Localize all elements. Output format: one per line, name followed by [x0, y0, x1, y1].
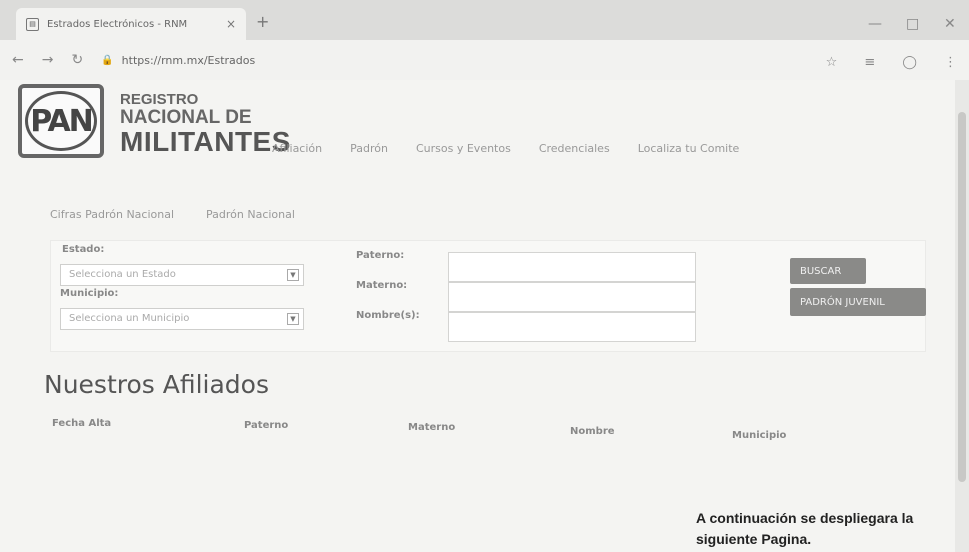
- tab-title: Estrados Electrónicos - RNM: [47, 18, 188, 30]
- profile-icon[interactable]: ◯: [902, 55, 917, 70]
- star-icon[interactable]: ☆: [826, 55, 838, 70]
- toolbar-icons: ☆ ≡ ◯ ⋮: [804, 51, 957, 70]
- materno-label: Materno:: [356, 280, 408, 291]
- nombre-input[interactable]: [448, 312, 696, 342]
- main-nav: Afiliación Padrón Cursos y Eventos Crede…: [272, 142, 739, 155]
- chevron-down-icon: ▼: [287, 313, 299, 325]
- close-icon[interactable]: ×: [226, 17, 236, 31]
- url-text: https://rnm.mx/Estrados: [121, 53, 256, 67]
- paterno-label: Paterno:: [356, 250, 405, 261]
- column-header-materno: Materno: [408, 422, 456, 433]
- column-header-municipio: Municipio: [732, 430, 787, 441]
- column-header-fecha-alta: Fecha Alta: [52, 418, 112, 429]
- url-field[interactable]: 🔒 https://rnm.mx/Estrados: [101, 54, 803, 67]
- subtabs: Cifras Padrón Nacional Padrón Nacional: [50, 208, 295, 221]
- nombre-label: Nombre(s):: [356, 310, 420, 321]
- estado-select-value: Selecciona un Estado: [69, 269, 176, 280]
- estado-select[interactable]: Selecciona un Estado ▼: [60, 264, 304, 286]
- back-icon[interactable]: ←: [12, 52, 24, 68]
- nav-padron[interactable]: Padrón: [350, 142, 388, 155]
- column-header-paterno: Paterno: [244, 420, 289, 431]
- afiliados-title: Nuestros Afiliados: [44, 370, 269, 399]
- municipio-select-value: Selecciona un Municipio: [69, 313, 190, 324]
- forward-icon[interactable]: →: [42, 52, 54, 68]
- page-icon: ▤: [26, 17, 39, 31]
- tab-cifras-padron[interactable]: Cifras Padrón Nacional: [50, 208, 174, 221]
- lock-icon: 🔒: [101, 54, 114, 66]
- chevron-down-icon: ▼: [287, 269, 299, 281]
- logo-text: PAN: [25, 91, 97, 151]
- reload-icon[interactable]: ↻: [71, 52, 83, 68]
- new-tab-button[interactable]: +: [256, 12, 269, 31]
- site-title: REGISTRO NACIONAL DE MILITANTES: [120, 92, 291, 156]
- estado-label: Estado:: [62, 244, 105, 255]
- buscar-button[interactable]: BUSCAR: [790, 258, 866, 284]
- nav-cursos-eventos[interactable]: Cursos y Eventos: [416, 142, 511, 155]
- address-bar: ← → ↻ 🔒 https://rnm.mx/Estrados ☆ ≡ ◯ ⋮: [0, 40, 969, 80]
- paterno-input[interactable]: [448, 252, 696, 282]
- browser-tab[interactable]: ▤ Estrados Electrónicos - RNM ×: [16, 8, 246, 40]
- tab-padron-nacional[interactable]: Padrón Nacional: [206, 208, 295, 221]
- close-window-icon[interactable]: ✕: [944, 16, 956, 32]
- site-title-line3: MILITANTES: [120, 126, 291, 157]
- menu-icon[interactable]: ⋮: [944, 55, 957, 70]
- materno-input[interactable]: [448, 282, 696, 312]
- browser-tab-bar: ▤ Estrados Electrónicos - RNM × + — □ ✕: [0, 0, 969, 40]
- nav-localiza-comite[interactable]: Localiza tu Comite: [638, 142, 740, 155]
- municipio-select[interactable]: Selecciona un Municipio ▼: [60, 308, 304, 330]
- nav-afiliacion[interactable]: Afiliación: [272, 142, 322, 155]
- pan-logo[interactable]: PAN: [18, 84, 104, 158]
- site-title-line1: REGISTRO: [120, 91, 199, 108]
- maximize-icon[interactable]: □: [906, 16, 919, 32]
- municipio-label: Municipio:: [60, 288, 119, 299]
- scrollbar-thumb[interactable]: [958, 112, 966, 482]
- filter-icon[interactable]: ≡: [864, 55, 875, 70]
- caption-line1: A continuación se despliegara la: [696, 510, 914, 526]
- minimize-icon[interactable]: —: [868, 16, 882, 32]
- nav-credenciales[interactable]: Credenciales: [539, 142, 610, 155]
- caption-note: A continuación se despliegara la siguien…: [696, 508, 913, 550]
- padron-juvenil-button[interactable]: PADRÓN JUVENIL: [790, 288, 926, 316]
- site-title-line2: NACIONAL DE: [120, 107, 252, 128]
- caption-line2: siguiente Pagina.: [696, 531, 812, 547]
- column-header-nombre: Nombre: [570, 426, 615, 437]
